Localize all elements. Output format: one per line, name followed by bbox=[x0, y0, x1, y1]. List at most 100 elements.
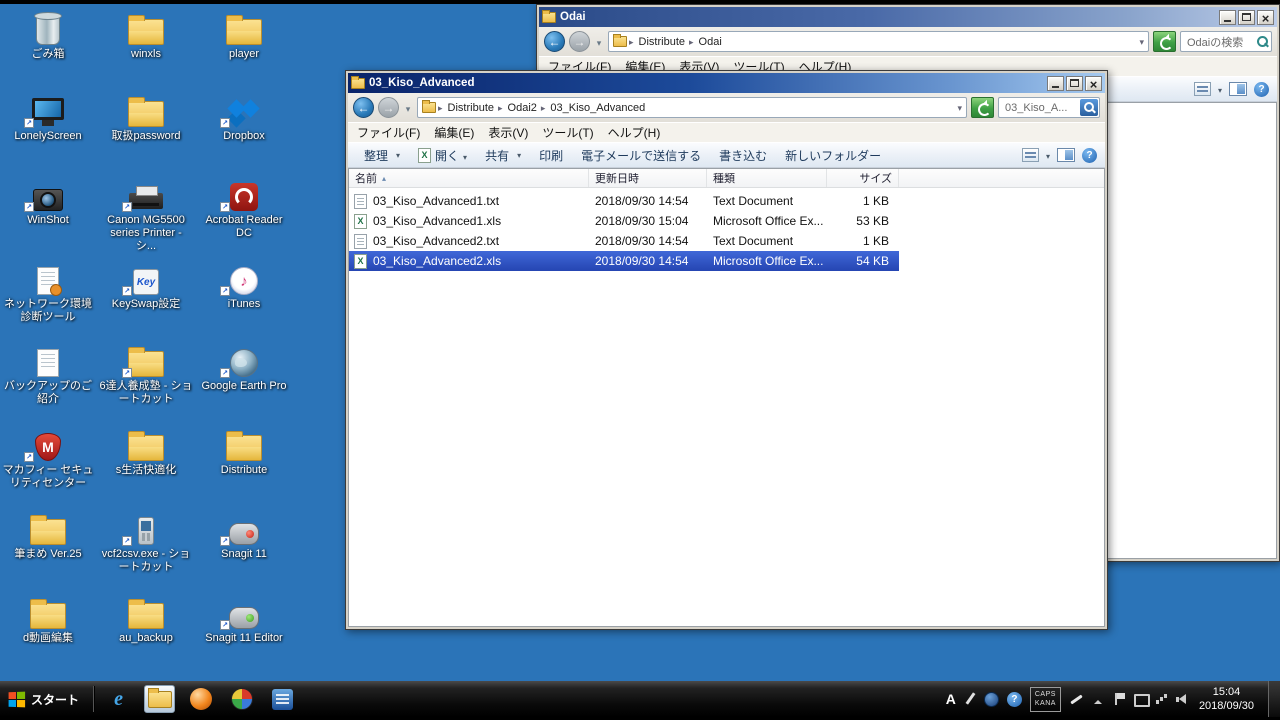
back-button[interactable] bbox=[544, 31, 565, 52]
desktop-icon-canon-printer[interactable]: Canon MG5500 series Printer - シ... bbox=[99, 172, 193, 254]
ime-mode-indicator[interactable]: A bbox=[946, 691, 956, 707]
back-button[interactable] bbox=[353, 97, 374, 118]
close-button[interactable] bbox=[1257, 10, 1274, 25]
desktop-icon-keyswap[interactable]: KeySwap設定 bbox=[99, 256, 193, 311]
tray-app-icon[interactable] bbox=[984, 692, 999, 707]
forward-button[interactable] bbox=[569, 31, 590, 52]
file-row[interactable]: 03_Kiso_Advanced1.txt 2018/09/30 14:54 T… bbox=[349, 191, 899, 211]
player-app-taskbar-button[interactable] bbox=[226, 685, 257, 713]
desktop-icon-player[interactable]: player bbox=[197, 6, 291, 61]
show-desktop-button[interactable] bbox=[1268, 681, 1280, 717]
desktop-icon-password[interactable]: 取扱password bbox=[99, 88, 193, 143]
column-header-name[interactable]: 名前 bbox=[349, 169, 589, 187]
desktop-icon-mcafee[interactable]: マカフィー セキュリティセンター bbox=[1, 422, 95, 490]
breadcrumb-item[interactable]: Odai bbox=[687, 36, 724, 48]
minimize-button[interactable] bbox=[1047, 76, 1064, 91]
desktop-icon-google-earth[interactable]: Google Earth Pro bbox=[197, 338, 291, 393]
explorer-taskbar-button[interactable] bbox=[144, 685, 175, 713]
titlebar[interactable]: 03_Kiso_Advanced bbox=[348, 73, 1105, 93]
preview-pane-icon[interactable] bbox=[1229, 82, 1247, 96]
pencil-icon[interactable] bbox=[1069, 692, 1084, 706]
editor-app-taskbar-button[interactable] bbox=[267, 685, 298, 713]
menu-view[interactable]: 表示(V) bbox=[481, 123, 535, 142]
menu-tools[interactable]: ツール(T) bbox=[535, 123, 600, 142]
display-icon[interactable] bbox=[1134, 692, 1147, 706]
file-row[interactable]: 03_Kiso_Advanced1.xls 2018/09/30 15:04 M… bbox=[349, 211, 899, 231]
desktop-icon-dropbox[interactable]: Dropbox bbox=[197, 88, 291, 143]
address-bar[interactable]: Distribute Odai2 03_Kiso_Advanced bbox=[417, 97, 967, 118]
desktop-icon-label: 取扱password bbox=[111, 130, 180, 143]
help-icon[interactable] bbox=[1254, 82, 1269, 97]
views-dropdown[interactable] bbox=[1218, 82, 1222, 96]
views-dropdown[interactable] bbox=[1046, 148, 1050, 162]
address-dropdown[interactable] bbox=[1139, 36, 1144, 48]
titlebar[interactable]: Odai bbox=[539, 7, 1277, 27]
help-icon[interactable] bbox=[1082, 148, 1097, 163]
media-app-taskbar-button[interactable] bbox=[185, 685, 216, 713]
menu-help[interactable]: ヘルプ(H) bbox=[601, 123, 668, 142]
desktop-icon-recycle-bin[interactable]: ごみ箱 bbox=[1, 6, 95, 61]
desktop-icon-winxls[interactable]: winxls bbox=[99, 6, 193, 61]
recent-pages-dropdown[interactable] bbox=[594, 33, 604, 51]
desktop-icon-au-backup[interactable]: au_backup bbox=[99, 590, 193, 645]
burn-button[interactable]: 書き込む bbox=[711, 146, 775, 165]
ime-pen-icon[interactable] bbox=[964, 692, 976, 706]
print-button[interactable]: 印刷 bbox=[531, 146, 571, 165]
address-dropdown[interactable] bbox=[957, 102, 962, 114]
desktop-icon-network-tool[interactable]: ネットワーク環境診断ツール bbox=[1, 256, 95, 324]
clock[interactable]: 15:04 2018/09/30 bbox=[1199, 685, 1254, 714]
views-icon[interactable] bbox=[1194, 82, 1211, 96]
desktop-icon-acrobat[interactable]: Acrobat Reader DC bbox=[197, 172, 291, 240]
refresh-button[interactable] bbox=[971, 97, 994, 118]
search-button[interactable] bbox=[1080, 99, 1098, 116]
preview-pane-icon[interactable] bbox=[1057, 148, 1075, 162]
refresh-button[interactable] bbox=[1153, 31, 1176, 52]
desktop-icon-tatsujin[interactable]: 6達人養成塾 - ショートカット bbox=[99, 338, 193, 406]
network-icon[interactable] bbox=[1155, 692, 1168, 706]
file-row[interactable]: 03_Kiso_Advanced2.txt 2018/09/30 14:54 T… bbox=[349, 231, 899, 251]
share-button[interactable]: 共有 bbox=[477, 146, 529, 165]
desktop-icon-seikatsu[interactable]: s生活快適化 bbox=[99, 422, 193, 477]
menu-file[interactable]: ファイル(F) bbox=[350, 123, 427, 142]
desktop-icon-snagit-editor[interactable]: Snagit 11 Editor bbox=[197, 590, 291, 645]
volume-icon[interactable] bbox=[1176, 692, 1189, 706]
desktop-icon-backup-intro[interactable]: バックアップのご紹介 bbox=[1, 338, 95, 406]
column-header-size[interactable]: サイズ bbox=[827, 169, 899, 187]
start-button[interactable]: スタート bbox=[0, 681, 89, 717]
minimize-button[interactable] bbox=[1219, 10, 1236, 25]
hidden-icons-chevron[interactable] bbox=[1092, 692, 1105, 706]
open-button[interactable]: 開く bbox=[410, 146, 475, 165]
email-button[interactable]: 電子メールで送信する bbox=[573, 146, 709, 165]
address-bar[interactable]: Distribute Odai bbox=[608, 31, 1149, 52]
caps-kana-indicator[interactable]: CAPS KANA bbox=[1030, 687, 1061, 712]
views-icon[interactable] bbox=[1022, 148, 1039, 162]
action-center-flag-icon[interactable] bbox=[1113, 692, 1126, 706]
menu-edit[interactable]: 編集(E) bbox=[427, 123, 481, 142]
close-button[interactable] bbox=[1085, 76, 1102, 91]
desktop-icon-lonelyscreen[interactable]: LonelyScreen bbox=[1, 88, 95, 143]
ie-taskbar-button[interactable] bbox=[103, 685, 134, 713]
file-row-selected[interactable]: 03_Kiso_Advanced2.xls 2018/09/30 14:54 M… bbox=[349, 251, 899, 271]
search-box[interactable]: Odaiの検索 bbox=[1180, 31, 1272, 52]
breadcrumb-item[interactable]: Distribute bbox=[436, 102, 496, 114]
maximize-button[interactable] bbox=[1238, 10, 1255, 25]
breadcrumb-item[interactable]: Odai2 bbox=[496, 102, 539, 114]
recent-pages-dropdown[interactable] bbox=[403, 99, 413, 117]
desktop-icon-itunes[interactable]: iTunes bbox=[197, 256, 291, 311]
desktop-icon-video-edit[interactable]: d動画編集 bbox=[1, 590, 95, 645]
desktop-icon-fudemame[interactable]: 筆まめ Ver.25 bbox=[1, 506, 95, 561]
desktop-icon-snagit[interactable]: Snagit 11 bbox=[197, 506, 291, 561]
desktop-icon-vcf2csv[interactable]: vcf2csv.exe - ショートカット bbox=[99, 506, 193, 574]
column-header-type[interactable]: 種類 bbox=[707, 169, 827, 187]
breadcrumb-item[interactable]: Distribute bbox=[627, 36, 687, 48]
desktop-icon-winshot[interactable]: WinShot bbox=[1, 172, 95, 227]
column-header-date[interactable]: 更新日時 bbox=[589, 169, 707, 187]
forward-button[interactable] bbox=[378, 97, 399, 118]
help-tray-icon[interactable] bbox=[1007, 692, 1022, 707]
new-folder-button[interactable]: 新しいフォルダー bbox=[777, 146, 889, 165]
desktop-icon-distribute[interactable]: Distribute bbox=[197, 422, 291, 477]
maximize-button[interactable] bbox=[1066, 76, 1083, 91]
search-box[interactable]: 03_Kiso_A... bbox=[998, 97, 1100, 118]
organize-button[interactable]: 整理 bbox=[356, 146, 408, 165]
breadcrumb-item[interactable]: 03_Kiso_Advanced bbox=[539, 102, 647, 114]
